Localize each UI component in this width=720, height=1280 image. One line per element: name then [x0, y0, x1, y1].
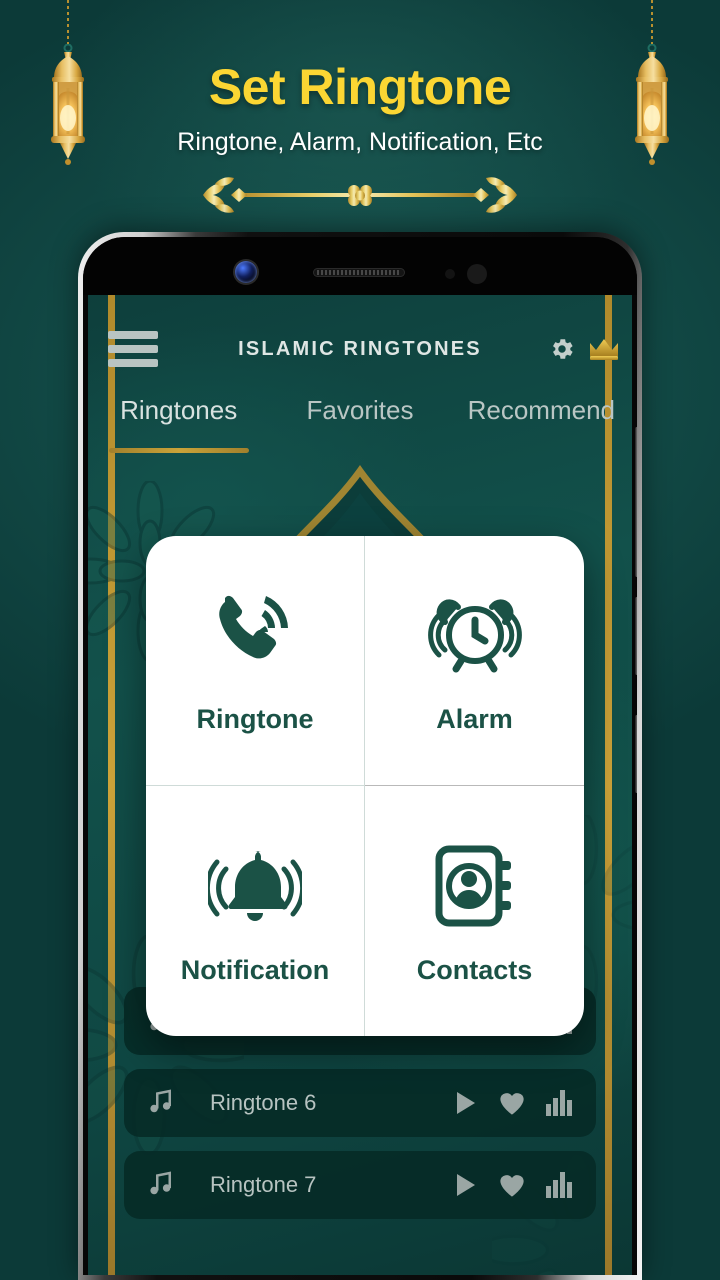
dialog-option-notification[interactable]: Notification — [146, 786, 365, 1036]
ornament-divider-icon — [203, 177, 517, 213]
play-icon[interactable] — [454, 1172, 478, 1198]
phone-power-button — [635, 715, 637, 793]
contacts-book-icon — [431, 837, 519, 929]
play-icon[interactable] — [454, 1090, 478, 1116]
gear-icon[interactable] — [548, 335, 576, 363]
tab-label: Recommend — [467, 395, 616, 425]
tab-favorites[interactable]: Favorites — [269, 395, 450, 449]
dialog-option-label: Notification — [180, 954, 330, 985]
ringtone-list-item[interactable]: Ringtone 7 — [124, 1151, 596, 1219]
light-sensor-icon — [467, 264, 487, 284]
hamburger-menu-icon[interactable] — [108, 331, 158, 367]
dialog-option-contacts[interactable]: Contacts — [365, 786, 584, 1036]
music-note-icon — [146, 1086, 188, 1121]
proximity-sensor-icon — [445, 269, 455, 279]
lantern-cord — [651, 0, 653, 48]
ringtone-controls — [454, 1172, 574, 1198]
promo-subtitle: Ringtone, Alarm, Notification, Etc — [177, 128, 543, 156]
dialog-option-label: Alarm — [436, 704, 513, 734]
crown-icon[interactable] — [588, 336, 620, 362]
ringtone-list-item[interactable]: Ringtone 6 — [124, 1069, 596, 1137]
ringtone-controls — [454, 1090, 574, 1116]
earpiece-speaker-icon — [313, 268, 405, 277]
equalizer-icon[interactable] — [546, 1172, 574, 1198]
phone-volume-down-button — [635, 597, 637, 675]
dialog-option-label: Ringtone — [196, 704, 314, 734]
tab-active-underline — [108, 448, 249, 453]
alarm-clock-icon — [427, 586, 523, 678]
ringtone-name: Ringtone 6 — [210, 1090, 317, 1115]
app-bar-actions — [548, 335, 620, 363]
tab-label: Ringtones — [120, 395, 238, 425]
dialog-option-alarm[interactable]: Alarm — [365, 536, 584, 786]
lantern-cord — [67, 0, 69, 48]
promo-title: Set Ringtone — [208, 59, 512, 115]
phone-volume-up-button — [635, 427, 637, 577]
heart-icon[interactable] — [498, 1090, 526, 1116]
tab-recommend[interactable]: Recommend — [451, 395, 632, 449]
app-bar: ISLAMIC RINGTONES — [88, 295, 632, 403]
bell-ringing-icon — [208, 837, 302, 929]
tab-label: Favorites — [306, 395, 414, 425]
music-note-icon — [146, 1168, 188, 1203]
phone-notch-hardware — [83, 237, 637, 295]
phone-ringing-icon — [209, 586, 301, 678]
equalizer-icon[interactable] — [546, 1090, 574, 1116]
tab-ringtones[interactable]: Ringtones — [88, 395, 269, 453]
ornament-divider — [195, 172, 525, 223]
ringtone-name: Ringtone 7 — [210, 1172, 317, 1197]
front-camera-icon — [235, 261, 257, 283]
tab-bar: Ringtones Favorites Recommend — [88, 395, 632, 453]
dialog-option-label: Contacts — [416, 954, 533, 985]
heart-icon[interactable] — [498, 1172, 526, 1198]
set-ringtone-dialog: Ringtone Alarm Notification Contacts — [146, 536, 584, 1036]
dialog-option-ringtone[interactable]: Ringtone — [146, 536, 365, 786]
